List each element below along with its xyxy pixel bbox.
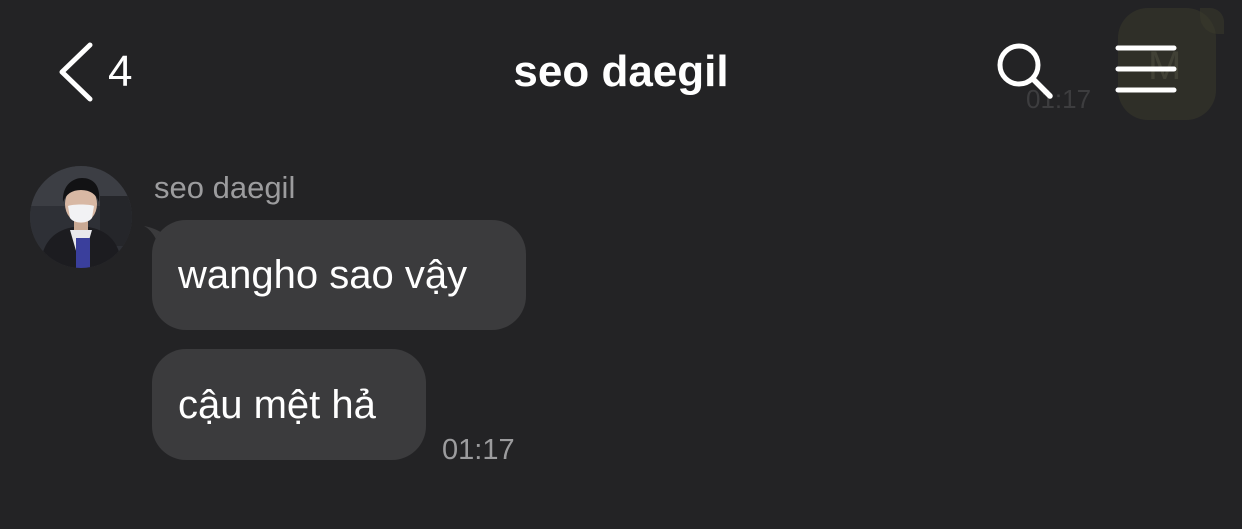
search-button[interactable]	[992, 38, 1058, 104]
search-icon	[992, 38, 1058, 104]
message-bubble[interactable]: cậu mệt hả	[152, 349, 426, 460]
unread-count: 4	[108, 47, 133, 96]
menu-button[interactable]	[1110, 40, 1182, 100]
message-text: cậu mệt hả	[178, 382, 376, 427]
sender-avatar[interactable]	[30, 166, 132, 268]
hamburger-menu-icon	[1110, 40, 1182, 100]
message-text: wangho sao vậy	[178, 253, 468, 297]
sender-name: seo daegil	[154, 170, 296, 205]
message-bubble[interactable]: wangho sao vậy	[152, 220, 526, 330]
chat-header: 4 seo daegil	[0, 0, 1242, 140]
message-timestamp: 01:17	[442, 434, 515, 466]
chat-screen: M 01:17 4 seo daegil seo daegil wangho s…	[0, 0, 1242, 529]
chevron-left-icon	[56, 41, 96, 103]
back-button[interactable]: 4	[56, 38, 132, 106]
